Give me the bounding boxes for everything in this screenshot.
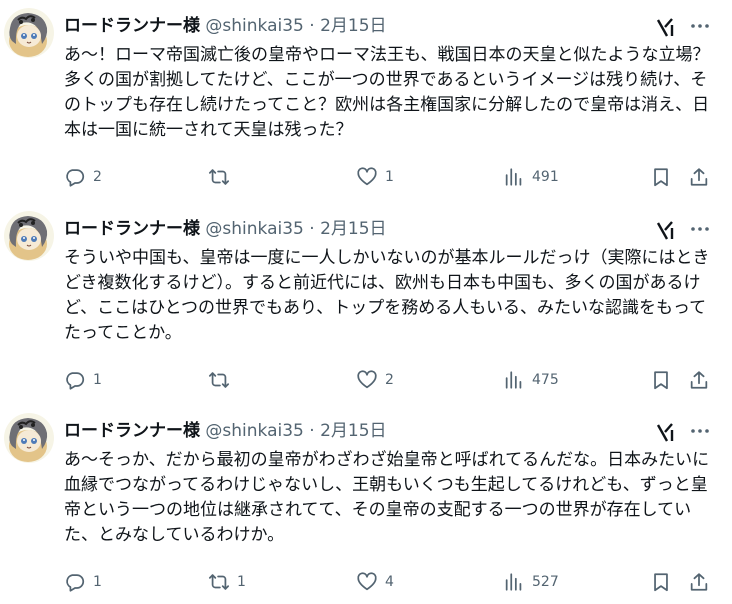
display-name[interactable]: ロードランナー様: [64, 421, 200, 441]
like-button[interactable]: 2: [356, 368, 394, 392]
separator: ·: [309, 421, 315, 441]
avatar[interactable]: [4, 211, 54, 261]
repost-icon: [208, 169, 230, 185]
more-icon[interactable]: [688, 419, 712, 443]
tweet-text: あ～！ローマ帝国滅亡後の皇帝やローマ法王も、戦国日本の天皇と似たような立場？多く…: [64, 45, 710, 140]
tweet-text: あ～そっか、だから最初の皇帝がわざわざ始皇帝と呼ばれてるんだな。日本みたいに血縁…: [64, 450, 710, 545]
views-button[interactable]: 475: [503, 368, 559, 392]
like-count: 2: [385, 372, 394, 388]
repost-icon: [208, 574, 230, 590]
like-icon: [357, 370, 377, 389]
grok-icon[interactable]: [655, 219, 677, 241]
share-icon: [690, 371, 708, 389]
share-button[interactable]: [688, 165, 710, 189]
bookmark-icon: [654, 168, 668, 187]
avatar[interactable]: [4, 413, 54, 463]
user-handle[interactable]: @shinkai35: [205, 421, 303, 441]
share-icon: [690, 168, 708, 186]
more-icon[interactable]: [688, 14, 712, 38]
bookmark-button[interactable]: [650, 368, 672, 392]
repost-button[interactable]: [208, 165, 237, 189]
user-handle[interactable]: @shinkai35: [205, 219, 303, 239]
views-count: 491: [532, 169, 559, 185]
tweet-header: ロードランナー様 @shinkai35 · 2月15日: [64, 14, 387, 38]
action-bar: 1 2 475: [0, 368, 732, 392]
like-icon: [357, 167, 377, 186]
reply-count: 1: [93, 372, 102, 388]
share-button[interactable]: [688, 570, 710, 594]
views-button[interactable]: 527: [503, 570, 559, 594]
bookmark-icon: [654, 371, 668, 390]
action-bar: 1 1 4 527: [0, 570, 732, 594]
views-icon: [505, 371, 522, 389]
reply-count: 2: [93, 169, 102, 185]
reply-count: 1: [93, 574, 102, 590]
repost-button[interactable]: [208, 368, 237, 392]
grok-icon[interactable]: [655, 16, 677, 38]
grok-icon[interactable]: [655, 421, 677, 443]
reply-icon: [66, 169, 85, 187]
bookmark-button[interactable]: [650, 165, 672, 189]
share-button[interactable]: [688, 368, 710, 392]
views-icon: [505, 168, 522, 186]
bookmark-icon: [654, 573, 668, 592]
like-button[interactable]: 1: [356, 165, 394, 189]
tweet-date[interactable]: 2月15日: [320, 16, 386, 36]
avatar[interactable]: [4, 8, 54, 58]
separator: ·: [309, 16, 315, 36]
user-handle[interactable]: @shinkai35: [205, 16, 303, 36]
tweet-date[interactable]: 2月15日: [320, 421, 386, 441]
tweet-header: ロードランナー様 @shinkai35 · 2月15日: [64, 217, 387, 241]
tweet-header: ロードランナー様 @shinkai35 · 2月15日: [64, 419, 387, 443]
like-count: 1: [385, 169, 394, 185]
like-count: 4: [385, 574, 394, 590]
display-name[interactable]: ロードランナー様: [64, 16, 200, 36]
reply-icon: [66, 372, 85, 390]
views-count: 475: [532, 372, 559, 388]
reply-button[interactable]: 1: [64, 368, 102, 392]
separator: ·: [309, 219, 315, 239]
like-button[interactable]: 4: [356, 570, 394, 594]
repost-count: 1: [237, 574, 246, 590]
like-icon: [357, 572, 377, 591]
views-button[interactable]: 491: [503, 165, 559, 189]
repost-button[interactable]: 1: [208, 570, 246, 594]
tweet-date[interactable]: 2月15日: [320, 219, 386, 239]
more-icon[interactable]: [688, 217, 712, 241]
reply-icon: [66, 574, 85, 592]
reply-button[interactable]: 1: [64, 570, 102, 594]
bookmark-button[interactable]: [650, 570, 672, 594]
tweet-text: そういや中国も、皇帝は一度に一人しかいないのが基本ルールだっけ（実際にはときどき…: [64, 248, 710, 343]
display-name[interactable]: ロードランナー様: [64, 219, 200, 239]
repost-icon: [208, 372, 230, 388]
reply-button[interactable]: 2: [64, 165, 102, 189]
views-icon: [505, 573, 522, 591]
action-bar: 2 1 491: [0, 165, 732, 189]
views-count: 527: [532, 574, 559, 590]
share-icon: [690, 573, 708, 591]
